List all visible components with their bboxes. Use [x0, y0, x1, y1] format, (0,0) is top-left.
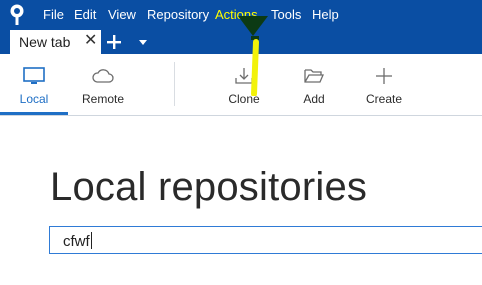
menu-actions[interactable]: Actions: [215, 7, 258, 23]
create-label: Create: [365, 92, 403, 106]
close-icon[interactable]: ✕: [84, 33, 98, 49]
remote-label: Remote: [81, 92, 125, 106]
search-input[interactable]: cfwf: [49, 226, 482, 254]
toolbar: Local Remote Clone Add Create: [0, 54, 482, 116]
page-title: Local repositories: [50, 165, 368, 209]
local-button[interactable]: Local: [0, 54, 68, 115]
menu-edit[interactable]: Edit: [74, 7, 96, 23]
sourcetree-logo-icon: [10, 4, 24, 25]
menu-repository[interactable]: Repository: [147, 7, 209, 23]
text-caret: [90, 232, 92, 249]
create-button[interactable]: Create: [360, 54, 408, 115]
cloud-icon: [92, 69, 114, 83]
tab-bar: New tab ✕: [0, 30, 482, 54]
add-tab-icon[interactable]: [104, 31, 124, 53]
toolbar-divider: [174, 62, 175, 106]
monitor-icon: [23, 67, 45, 84]
tab-new-tab[interactable]: New tab ✕: [10, 30, 101, 54]
folder-open-icon: [304, 69, 324, 83]
search-input-value[interactable]: cfwf: [63, 232, 92, 250]
local-label: Local: [19, 92, 49, 106]
chevron-down-icon[interactable]: [136, 35, 150, 49]
add-label: Add: [303, 92, 325, 106]
add-button[interactable]: Add: [290, 54, 338, 115]
menu-tools[interactable]: Tools: [271, 7, 301, 23]
menu-help[interactable]: Help: [312, 7, 339, 23]
menu-view[interactable]: View: [108, 7, 136, 23]
active-tab-indicator: [0, 112, 68, 115]
remote-button[interactable]: Remote: [70, 54, 136, 115]
plus-icon: [376, 68, 392, 84]
menu-bar: File Edit View Repository Actions Tools …: [0, 0, 482, 30]
clone-label: Clone: [228, 92, 260, 106]
menu-file[interactable]: File: [43, 7, 64, 23]
tab-label: New tab: [19, 34, 71, 50]
download-icon: [235, 68, 253, 84]
clone-button[interactable]: Clone: [214, 54, 274, 115]
